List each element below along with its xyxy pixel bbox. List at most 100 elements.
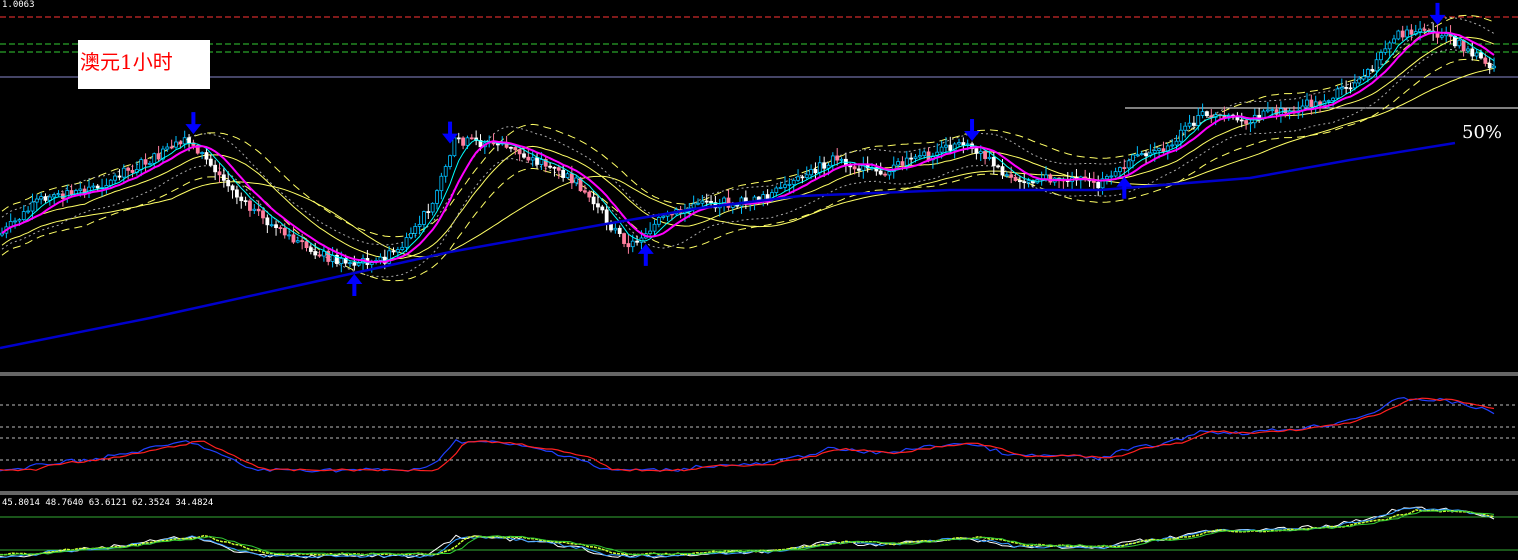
candle-body <box>139 159 144 170</box>
band-grey-lower <box>1 48 1495 278</box>
candle-body <box>56 193 61 196</box>
candle-body <box>113 175 117 181</box>
candle-body <box>1170 144 1175 147</box>
candle-body <box>1352 82 1357 89</box>
candle-body <box>261 210 265 219</box>
candle-body <box>939 146 944 153</box>
candle-body <box>1109 175 1114 178</box>
candle-body <box>996 165 1001 168</box>
candle-body <box>783 184 787 188</box>
candle-body <box>443 166 448 177</box>
candle-body <box>561 169 566 178</box>
candle-body <box>256 208 261 212</box>
candle-body <box>548 165 552 168</box>
candle-body <box>30 201 35 212</box>
candle-body <box>461 137 466 146</box>
candle-body <box>169 146 174 149</box>
candle-body <box>896 161 900 166</box>
candle-body <box>1396 30 1401 40</box>
candle-body <box>961 142 966 146</box>
candle-body <box>182 137 187 145</box>
candle-body <box>21 211 26 220</box>
candle-body <box>395 249 400 253</box>
candle-body <box>822 162 827 169</box>
candle-body <box>1013 176 1018 181</box>
candle-body <box>78 188 83 191</box>
price-scale-label: 1.0063 <box>2 0 35 10</box>
candle-body <box>1474 52 1479 57</box>
candle-body <box>700 200 705 204</box>
candle-body <box>813 169 818 174</box>
candle-body <box>556 167 561 171</box>
candle-body <box>1196 115 1201 126</box>
candle-body <box>1379 52 1383 61</box>
chart-title: 澳元1小时 <box>80 50 173 74</box>
up-arrow-icon <box>346 274 363 296</box>
candle-body <box>456 137 461 140</box>
candle-body <box>156 153 161 160</box>
candle-body <box>1235 116 1240 121</box>
candle-body <box>108 179 113 186</box>
candle-body <box>408 233 413 238</box>
candle-body <box>652 223 657 232</box>
candle-body <box>1487 62 1492 69</box>
candle-body <box>552 166 557 169</box>
candle-body <box>1022 181 1027 184</box>
candle-body <box>391 250 396 253</box>
candle-body <box>1144 153 1148 157</box>
candle-body <box>709 200 713 204</box>
candle-body <box>1331 97 1335 101</box>
fib-level-label: 50% <box>1462 122 1503 143</box>
stoch-signal-line <box>0 396 1495 473</box>
candle-body <box>857 168 861 171</box>
candle-body <box>613 227 618 231</box>
candle-body <box>300 240 305 243</box>
candle-body <box>704 200 709 203</box>
candle-body <box>174 141 178 148</box>
candle-body <box>1026 180 1031 183</box>
candle-body <box>1457 39 1462 47</box>
candle-body <box>152 153 157 164</box>
candle-body <box>591 196 596 205</box>
candle-body <box>648 230 653 235</box>
candle-body <box>178 141 183 145</box>
candle-body <box>265 217 270 226</box>
candle-body <box>282 227 287 236</box>
candle-body <box>1344 87 1349 89</box>
down-arrow-icon <box>964 119 981 142</box>
candle-body <box>535 157 539 165</box>
candle-body <box>1405 29 1409 38</box>
candle-body <box>1348 87 1353 90</box>
candle-body <box>404 237 409 248</box>
candle-body <box>900 161 905 166</box>
candle-body <box>948 144 953 151</box>
candle-body <box>248 200 252 211</box>
candle-body <box>1152 150 1157 154</box>
candle-body <box>17 219 22 222</box>
candle-body <box>1183 125 1188 131</box>
candle-body <box>1000 166 1005 176</box>
candle-body <box>1326 100 1331 102</box>
candle-body <box>1409 29 1414 35</box>
candle-body <box>522 153 526 158</box>
candle-body <box>200 152 205 154</box>
candle-body <box>1135 154 1140 157</box>
candle-body <box>1239 119 1244 122</box>
candle-body <box>430 202 435 213</box>
candle-body <box>95 185 100 189</box>
candle-body <box>1044 174 1048 180</box>
ma-cyan-line <box>1 30 1495 264</box>
candle-body <box>1187 122 1192 127</box>
candle-body <box>530 157 535 161</box>
candle-body <box>974 148 979 154</box>
candle-body <box>1305 99 1309 107</box>
candle-body <box>1248 122 1253 125</box>
candle-body <box>13 220 17 223</box>
candle-body <box>656 217 661 225</box>
candle-body <box>426 211 431 213</box>
candle-body <box>1374 59 1379 72</box>
candle-body <box>913 156 918 159</box>
candle-body <box>230 185 235 191</box>
candle-body <box>509 146 513 149</box>
candle-body <box>1161 148 1166 152</box>
